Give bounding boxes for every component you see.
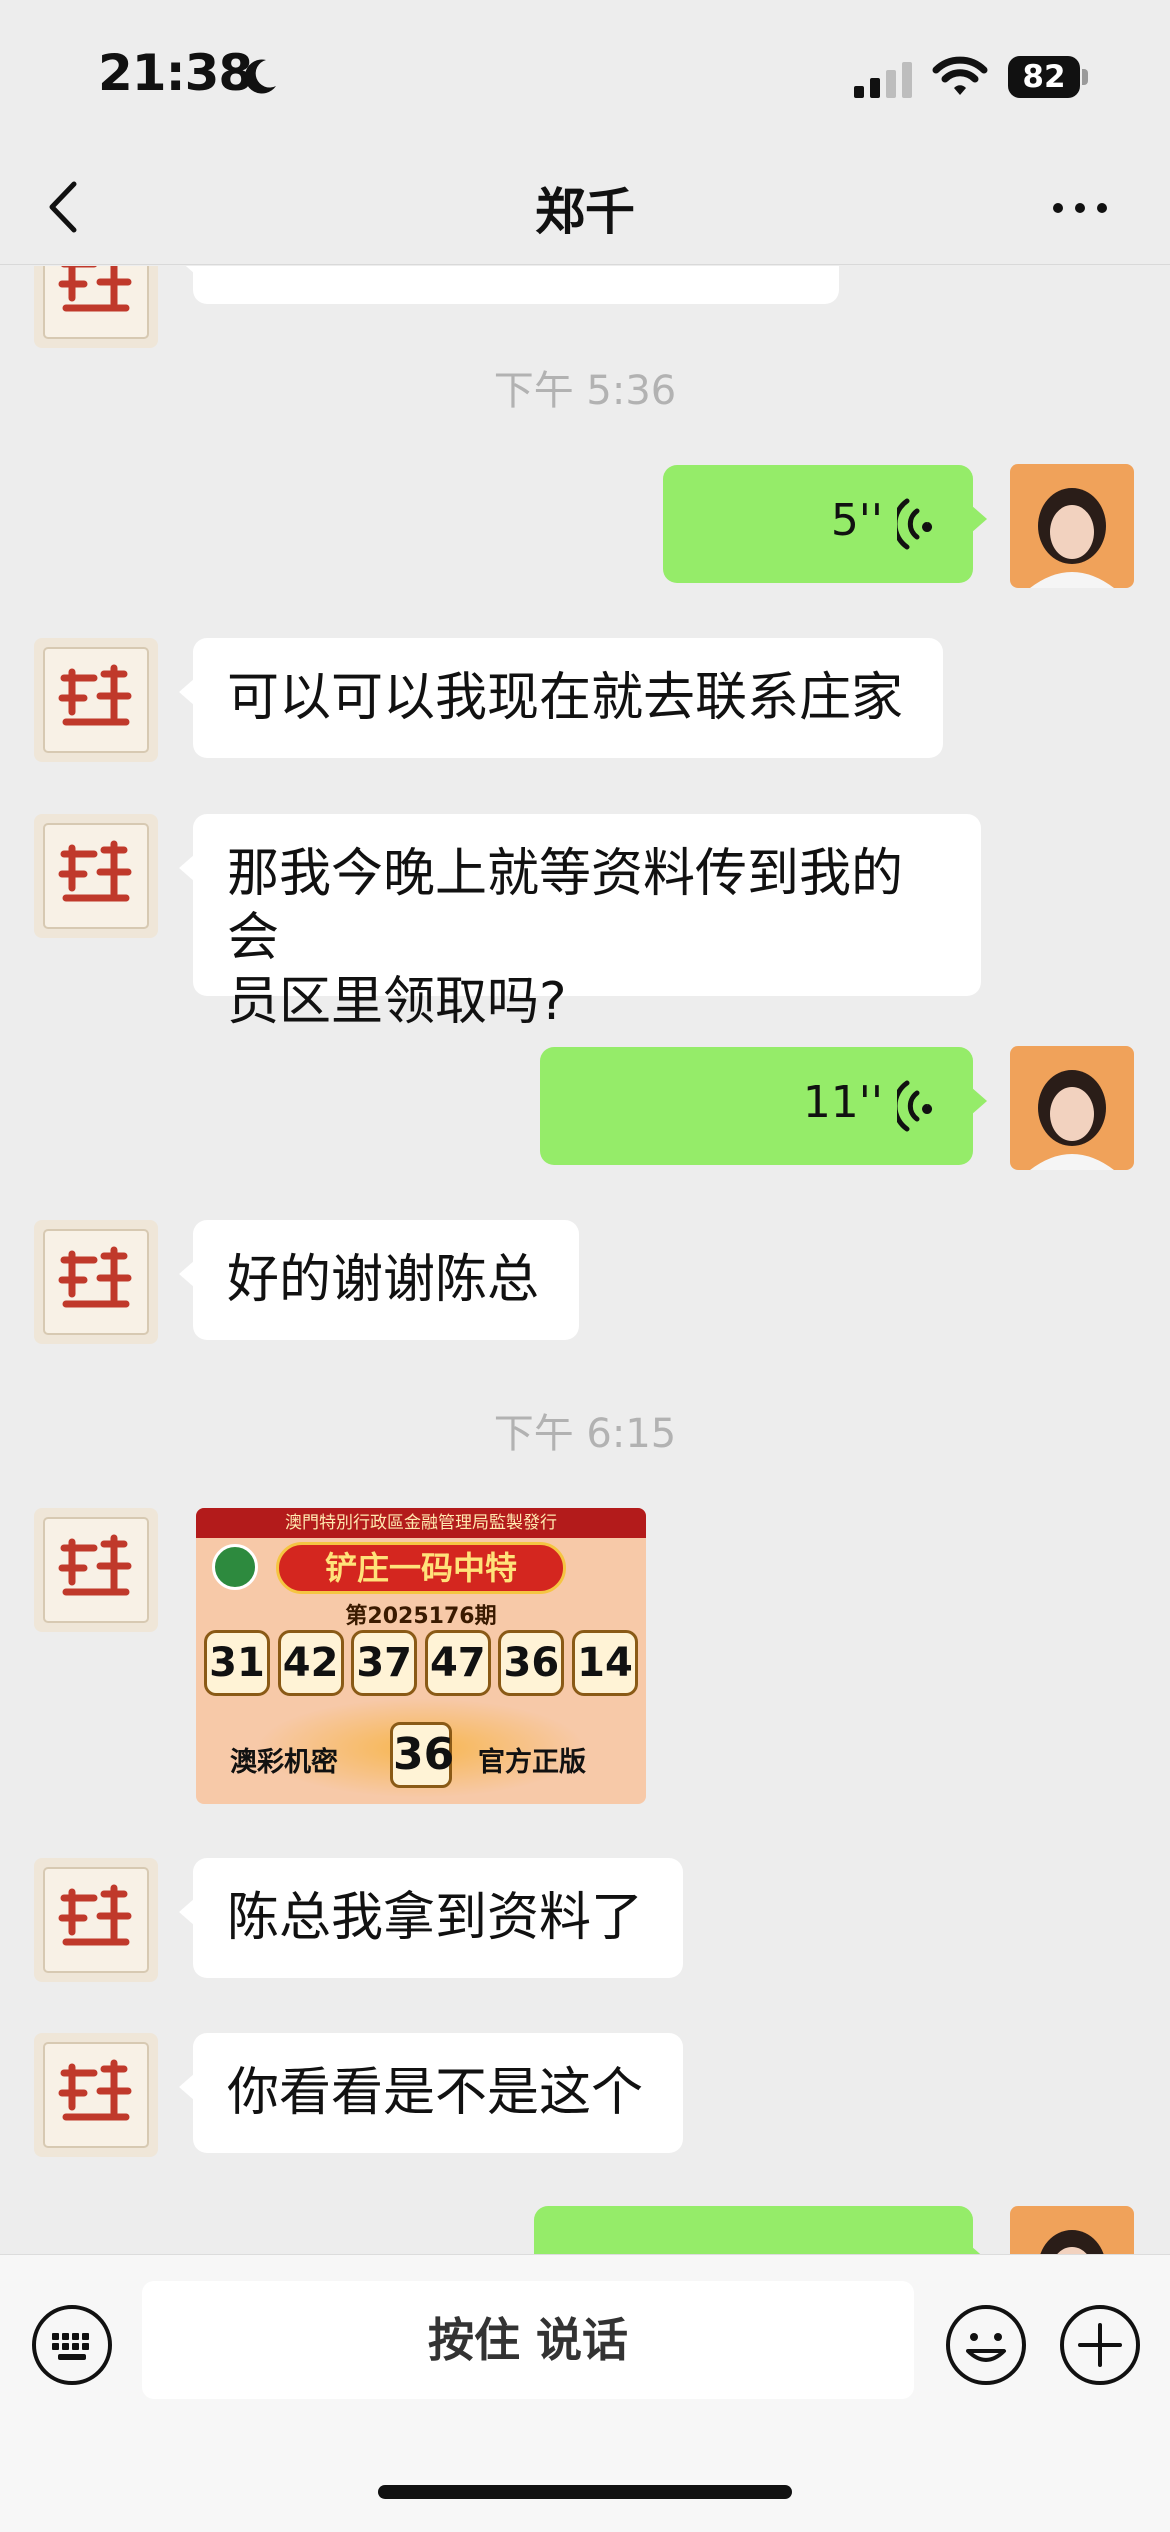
my-avatar[interactable]	[1010, 1046, 1134, 1170]
lottery-foot-right: 官方正版	[478, 1747, 586, 1778]
my-avatar[interactable]	[1010, 464, 1134, 588]
timestamp: 下午 5:36	[493, 368, 677, 414]
contact-avatar[interactable]	[34, 1220, 158, 1344]
lottery-numbers: 31 42 37 47 36 14	[204, 1630, 638, 1700]
contact-avatar-image	[34, 1220, 158, 1344]
lottery-number: 14	[571, 1630, 638, 1696]
contact-avatar-image	[34, 1508, 158, 1632]
contact-avatar[interactable]	[34, 638, 158, 762]
input-bar: 按住 说话	[0, 2254, 1170, 2532]
status-time: 21:38	[98, 44, 253, 102]
nav-bar: 郑千	[0, 150, 1170, 265]
image-message-lottery[interactable]: 澳門特別行政區金融管理局監製發行 铲庄一码中特 第2025176期 31 42 …	[196, 1508, 646, 1804]
battery-tip	[1082, 69, 1088, 85]
message-text-line: 员区里领取吗?	[227, 972, 567, 1032]
my-avatar-image	[1010, 2206, 1134, 2254]
contact-avatar-image	[34, 638, 158, 762]
lottery-title: 铲庄一码中特	[276, 1542, 566, 1594]
emoji-icon[interactable]	[944, 2303, 1028, 2387]
message-list[interactable]: 下午 5:36 5'' 可以可以我现在就去联系庄家 那我今晚上就等资料传到我的会…	[0, 266, 1170, 2254]
my-avatar-image	[1010, 1046, 1134, 1170]
chat-title: 郑千	[535, 183, 635, 241]
message-text: 好的谢谢陈总	[227, 1250, 540, 1310]
message-bubble[interactable]: 可以可以我现在就去联系庄家	[179, 638, 943, 758]
emblem-icon	[212, 1544, 258, 1590]
lottery-foot-left: 澳彩机密	[230, 1747, 338, 1778]
message-text: 陈总我拿到资料了	[227, 1888, 644, 1948]
contact-avatar[interactable]	[34, 1508, 158, 1632]
voice-message[interactable]: 5''	[663, 465, 987, 583]
voice-message[interactable]: 11''	[540, 1047, 987, 1165]
plus-icon[interactable]	[1058, 2303, 1142, 2387]
wifi-icon	[932, 56, 988, 95]
contact-avatar-image	[34, 814, 158, 938]
lottery-number: 31	[204, 1630, 270, 1696]
voice-duration: 11''	[802, 1077, 883, 1128]
signal-icon	[854, 62, 912, 98]
message-bubble[interactable]: 那我今晚上就等资料传到我的会 员区里领取吗?	[179, 814, 981, 1032]
voice-duration: 5''	[830, 495, 883, 546]
voice-message-partial[interactable]	[534, 2206, 987, 2254]
more-dots-icon[interactable]	[1050, 188, 1110, 228]
hold-to-talk-button[interactable]: 按住 说话	[142, 2281, 914, 2399]
lottery-special-number: 36	[390, 1722, 454, 1788]
contact-avatar-image	[34, 1858, 158, 1982]
lottery-number: 36	[498, 1630, 565, 1696]
message-bubble[interactable]: 陈总我拿到资料了	[179, 1858, 683, 1978]
contact-avatar-image	[34, 2033, 158, 2157]
my-avatar-image	[1010, 464, 1134, 588]
contact-avatar[interactable]	[34, 814, 158, 938]
message-text: 你看看是不是这个	[227, 2063, 644, 2123]
battery-level: 82	[1008, 56, 1080, 98]
lottery-number: 47	[424, 1630, 491, 1696]
message-text: 可以可以我现在就去联系庄家	[227, 668, 904, 728]
battery-icon: 82	[1008, 56, 1088, 98]
my-avatar[interactable]	[1010, 2206, 1134, 2254]
contact-avatar-image	[34, 266, 158, 348]
contact-avatar[interactable]	[34, 1858, 158, 1982]
message-bubble[interactable]: 好的谢谢陈总	[179, 1220, 579, 1340]
moon-icon	[244, 59, 276, 94]
timestamp: 下午 6:15	[493, 1411, 677, 1457]
lottery-period: 第2025176期	[345, 1604, 497, 1629]
status-bar: 21:38 82	[0, 0, 1170, 150]
contact-avatar[interactable]	[34, 266, 158, 348]
chat-screen: 21:38 82 郑千 下午 5:36 5'' 可以可以我现在就去联系庄家 那我…	[0, 0, 1170, 2532]
lottery-header: 澳門特別行政區金融管理局監製發行	[196, 1508, 646, 1538]
message-bubble[interactable]: 你看看是不是这个	[179, 2033, 683, 2153]
message-text-line: 那我今晚上就等资料传到我的会	[227, 844, 904, 968]
home-indicator	[378, 2485, 792, 2499]
voice-wave-icon	[897, 498, 933, 550]
voice-wave-icon	[897, 1080, 933, 1132]
message-bubble-partial[interactable]	[179, 266, 839, 304]
lottery-number: 37	[351, 1630, 418, 1696]
keyboard-icon[interactable]	[30, 2303, 114, 2387]
lottery-number: 42	[277, 1630, 344, 1696]
contact-avatar[interactable]	[34, 2033, 158, 2157]
